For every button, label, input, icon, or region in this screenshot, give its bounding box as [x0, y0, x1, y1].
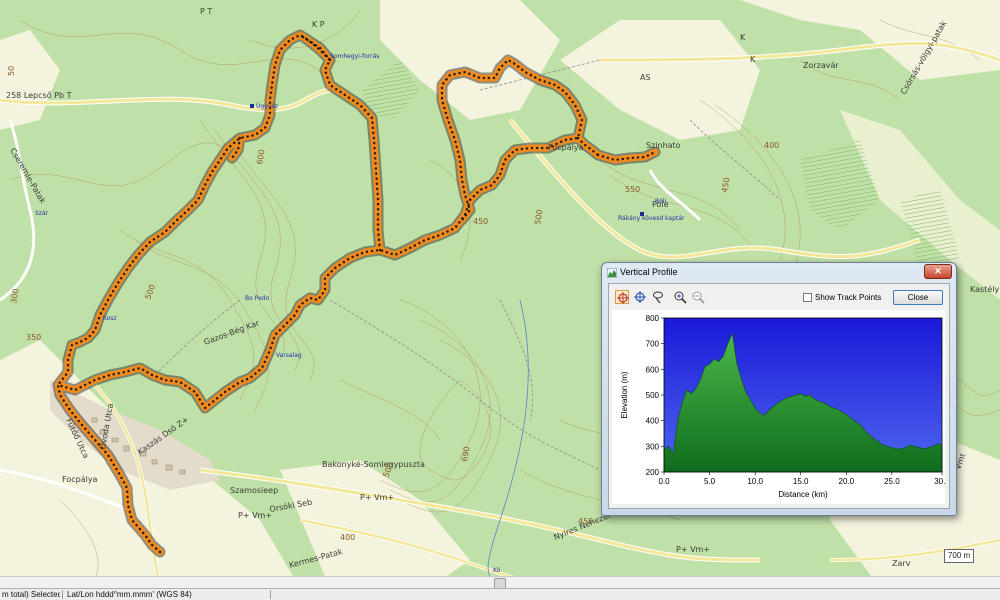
label-trail-marker: P+ Vm+	[360, 493, 394, 502]
label-place: Zarv	[892, 559, 911, 568]
dialog-body: Show Track Points Close 800 700 600 500 400 3…	[608, 283, 950, 509]
label-poi: Focpálya	[548, 143, 584, 152]
label-poi: Szinhato	[646, 141, 681, 150]
y-axis-title: Elevation (m)	[620, 371, 629, 418]
pan-tool-icon[interactable]	[633, 290, 647, 304]
elevation-chart-svg: 800 700 600 500 400 300 2000.0 5.0 10.0 15.0 20.0 2…	[620, 314, 950, 499]
contour-label: 50	[7, 66, 16, 76]
poi-label: Bóli	[655, 198, 666, 205]
poi-label: Varsalag	[276, 352, 302, 359]
show-track-points-checkbox[interactable]	[803, 293, 812, 302]
close-button[interactable]: Close	[893, 290, 943, 305]
label-k: K	[740, 33, 746, 42]
x-tick-label: 0.0	[658, 477, 670, 486]
contour-label: 450	[473, 217, 488, 226]
y-tick-label: 400	[646, 417, 660, 426]
status-separator	[62, 590, 63, 599]
y-tick-label: 600	[646, 365, 660, 374]
show-track-points-label: Show Track Points	[815, 293, 882, 302]
status-separator	[270, 590, 271, 599]
status-bar: m total) Selected Lat/Lon hddd°mm.mmm' (…	[0, 588, 1000, 600]
profile-window-icon	[607, 268, 617, 278]
label-poi: Focpálya	[62, 475, 98, 484]
zoom-in-icon[interactable]	[673, 290, 687, 304]
y-tick-label: 700	[646, 340, 660, 349]
status-coord-format: Lat/Lon hddd°mm.mmm' (WGS 84)	[67, 590, 192, 599]
contour-label: 400	[340, 533, 355, 542]
poi-label: Bo Pedo	[245, 295, 270, 302]
x-tick-label: 30.5	[934, 477, 945, 486]
y-tick-label: 300	[646, 442, 660, 451]
dialog-title: Vertical Profile	[620, 267, 678, 277]
label-k: K	[750, 55, 756, 64]
label-poi: Bakonyké-Somlegypuszta	[322, 459, 425, 469]
label-zorzavar: Zorzavár	[803, 61, 839, 70]
label-lepcso: 258 Lepcső Pb T	[6, 91, 72, 100]
poi-label: Ügyvéz	[256, 103, 278, 110]
label-kp: K P	[312, 20, 325, 29]
zoom-out-icon[interactable]	[691, 290, 705, 304]
poi-label: Somhegyi-forrás	[330, 53, 379, 60]
x-tick-label: 10.0	[747, 477, 763, 486]
vertical-profile-dialog[interactable]: Vertical Profile ✕ Show Track Points Clo…	[601, 262, 957, 516]
select-tool-icon[interactable]	[615, 290, 629, 304]
show-track-points-toggle[interactable]: Show Track Points	[803, 293, 881, 302]
label-poi: Szamosieep	[230, 486, 278, 495]
poi-label: Kosz	[103, 315, 117, 322]
map-scale-bar: 700 m	[944, 549, 974, 563]
elevation-chart[interactable]: 800 700 600 500 400 300 200 0.0 5.0 10.0 15.0 20.0 2…	[612, 310, 950, 504]
window-close-button[interactable]: ✕	[924, 264, 952, 279]
label-trail-marker: P+ Vm+	[238, 511, 272, 520]
x-axis-title: Distance (km)	[778, 490, 828, 499]
contour-label: 550	[625, 185, 640, 194]
poi-label: Szár	[35, 210, 49, 217]
x-tick-label: 25.0	[884, 477, 900, 486]
poi-label: Rákány kövesd kaptár	[618, 215, 685, 222]
x-tick-label: 15.0	[793, 477, 809, 486]
status-selection: m total) Selected	[2, 590, 60, 599]
y-tick-label: 200	[646, 468, 660, 477]
x-tick-label: 5.0	[704, 477, 716, 486]
label-pt: P T	[200, 7, 212, 16]
contour-label: 400	[764, 141, 779, 150]
label-as: AS	[640, 73, 651, 82]
label-trail-marker: P+ Vm+	[676, 545, 710, 554]
label-place: Kastély	[970, 284, 999, 294]
y-tick-label: 500	[646, 391, 660, 400]
poi-label: Kó	[493, 567, 501, 574]
lasso-tool-icon[interactable]	[651, 290, 665, 304]
y-tick-label: 800	[646, 314, 660, 323]
contour-label: 450	[578, 517, 593, 526]
x-tick-label: 20.0	[839, 477, 855, 486]
contour-label: 350	[26, 333, 41, 342]
